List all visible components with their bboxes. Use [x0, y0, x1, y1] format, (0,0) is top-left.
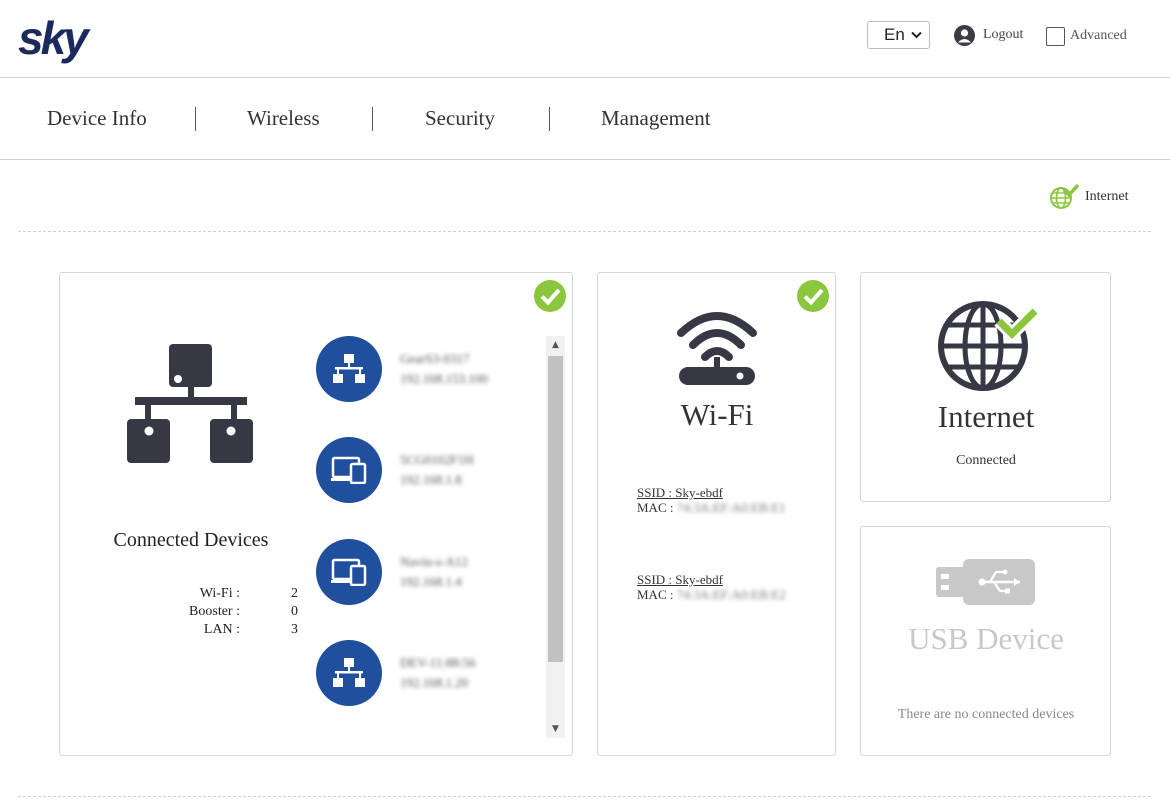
divider [18, 796, 1151, 797]
stat-label: LAN : [203, 622, 240, 637]
ssid-link[interactable]: SSID : Sky-ebdf [637, 572, 786, 587]
wifi-title: Wi-Fi [680, 397, 754, 432]
stat-label: Booster : [189, 604, 240, 619]
wifi-network: SSID : Sky-ebdf MAC : 74:3A:EF:A0:EB:E2 [637, 572, 786, 602]
mac-row: MAC : 74:3A:EF:A0:EB:E2 [637, 587, 786, 602]
logout-button[interactable]: Logout [954, 24, 1023, 46]
stat-value: 3 [291, 622, 298, 637]
internet-status-indicator: Internet [1050, 184, 1129, 210]
device-item[interactable]: GearS3-0317 192.168.153.100 [316, 336, 488, 402]
device-name: 5CG0102F1H [400, 452, 474, 467]
nav-separator [195, 107, 196, 131]
device-ip: 192.168.153.100 [400, 371, 488, 386]
mac-row: MAC : 74:3A:EF:A0:EB:E1 [637, 500, 786, 515]
device-ip: 192.168.1.4 [400, 574, 462, 589]
device-info: 5CG0102F1H 192.168.1.8 [400, 450, 474, 490]
check-circle-icon [797, 280, 829, 312]
internet-status-label: Internet [1085, 189, 1129, 204]
nav-wireless[interactable]: Wireless [247, 106, 320, 131]
language-value: En [884, 25, 905, 44]
chevron-down-icon [911, 31, 922, 39]
scrollbar-thumb[interactable] [548, 356, 563, 662]
wifi-router-icon [677, 312, 757, 385]
device-ip: 192.168.1.8 [400, 472, 462, 487]
globe-check-icon [1050, 184, 1079, 209]
advanced-toggle[interactable]: Advanced [1046, 26, 1127, 46]
connected-devices-card[interactable]: Connected Devices Wi-Fi : 2 Booster : 0 LA… [59, 272, 573, 756]
check-circle-icon [534, 280, 566, 312]
device-info: DEV-11:88:56 192.168.1.20 [400, 653, 476, 693]
advanced-label: Advanced [1070, 28, 1127, 43]
device-name: Navin-s-A12 [400, 554, 468, 569]
device-stats: Wi-Fi : 2 Booster : 0 LAN : 3 [120, 585, 298, 639]
nav-security[interactable]: Security [425, 106, 495, 131]
scroll-down-arrow[interactable]: ▼ [546, 720, 565, 738]
devices-icon [316, 539, 382, 605]
logout-label: Logout [983, 27, 1024, 42]
internet-card[interactable]: Internet Connected [860, 272, 1111, 502]
language-select[interactable]: En [867, 21, 930, 49]
scroll-up-arrow[interactable]: ▲ [546, 336, 565, 354]
usb-title: USB Device [908, 621, 1064, 656]
nav-device-info[interactable]: Device Info [47, 106, 147, 131]
mac-value: 74:3A:EF:A0:EB:E2 [676, 587, 786, 602]
device-list-scrollbar[interactable]: ▲ ▼ [546, 336, 565, 738]
wifi-card[interactable]: Wi-Fi SSID : Sky-ebdf MAC : 74:3A:EF:A0:… [597, 272, 836, 756]
mac-label: MAC : [637, 500, 674, 515]
ssid-link[interactable]: SSID : Sky-ebdf [637, 485, 786, 500]
wifi-network: SSID : Sky-ebdf MAC : 74:3A:EF:A0:EB:E1 [637, 485, 786, 515]
stat-row: Wi-Fi : 2 [120, 585, 298, 603]
network-icon [316, 336, 382, 402]
network-icon [127, 344, 253, 463]
devices-icon [316, 437, 382, 503]
user-icon [954, 24, 975, 46]
device-name: DEV-11:88:56 [400, 655, 476, 670]
globe-check-icon [938, 301, 1037, 391]
stat-value: 2 [291, 586, 298, 601]
sky-logo[interactable]: sky [18, 12, 102, 64]
nav-management[interactable]: Management [601, 106, 711, 131]
device-name: GearS3-0317 [400, 351, 470, 366]
advanced-checkbox[interactable] [1046, 26, 1065, 46]
stat-row: Booster : 0 [120, 603, 298, 621]
stat-label: Wi-Fi : [199, 586, 240, 601]
device-item[interactable]: DEV-11:88:56 192.168.1.20 [316, 640, 476, 706]
brand-text: sky [18, 12, 91, 64]
header: sky En Logout Advanced [0, 0, 1170, 78]
device-item[interactable]: 5CG0102F1H 192.168.1.8 [316, 437, 474, 503]
stat-value: 0 [291, 604, 298, 619]
usb-card[interactable]: USB Device There are no connected device… [860, 526, 1111, 756]
nav-separator [549, 107, 550, 131]
device-ip: 192.168.1.20 [400, 675, 469, 690]
internet-title: Internet [937, 399, 1035, 434]
device-info: GearS3-0317 192.168.153.100 [400, 349, 488, 389]
stat-row: LAN : 3 [120, 621, 298, 639]
mac-value: 74:3A:EF:A0:EB:E1 [676, 500, 786, 515]
internet-status: Connected [956, 453, 1016, 468]
device-item[interactable]: Navin-s-A12 192.168.1.4 [316, 539, 468, 605]
usb-icon [936, 559, 1035, 605]
main-nav: Device Info Wireless Security Management [0, 78, 1170, 160]
usb-message: There are no connected devices [897, 707, 1075, 722]
connected-devices-title: Connected Devices [113, 529, 269, 551]
network-icon [316, 640, 382, 706]
device-info: Navin-s-A12 192.168.1.4 [400, 552, 468, 592]
nav-separator [372, 107, 373, 131]
mac-label: MAC : [637, 587, 674, 602]
divider [18, 231, 1151, 232]
